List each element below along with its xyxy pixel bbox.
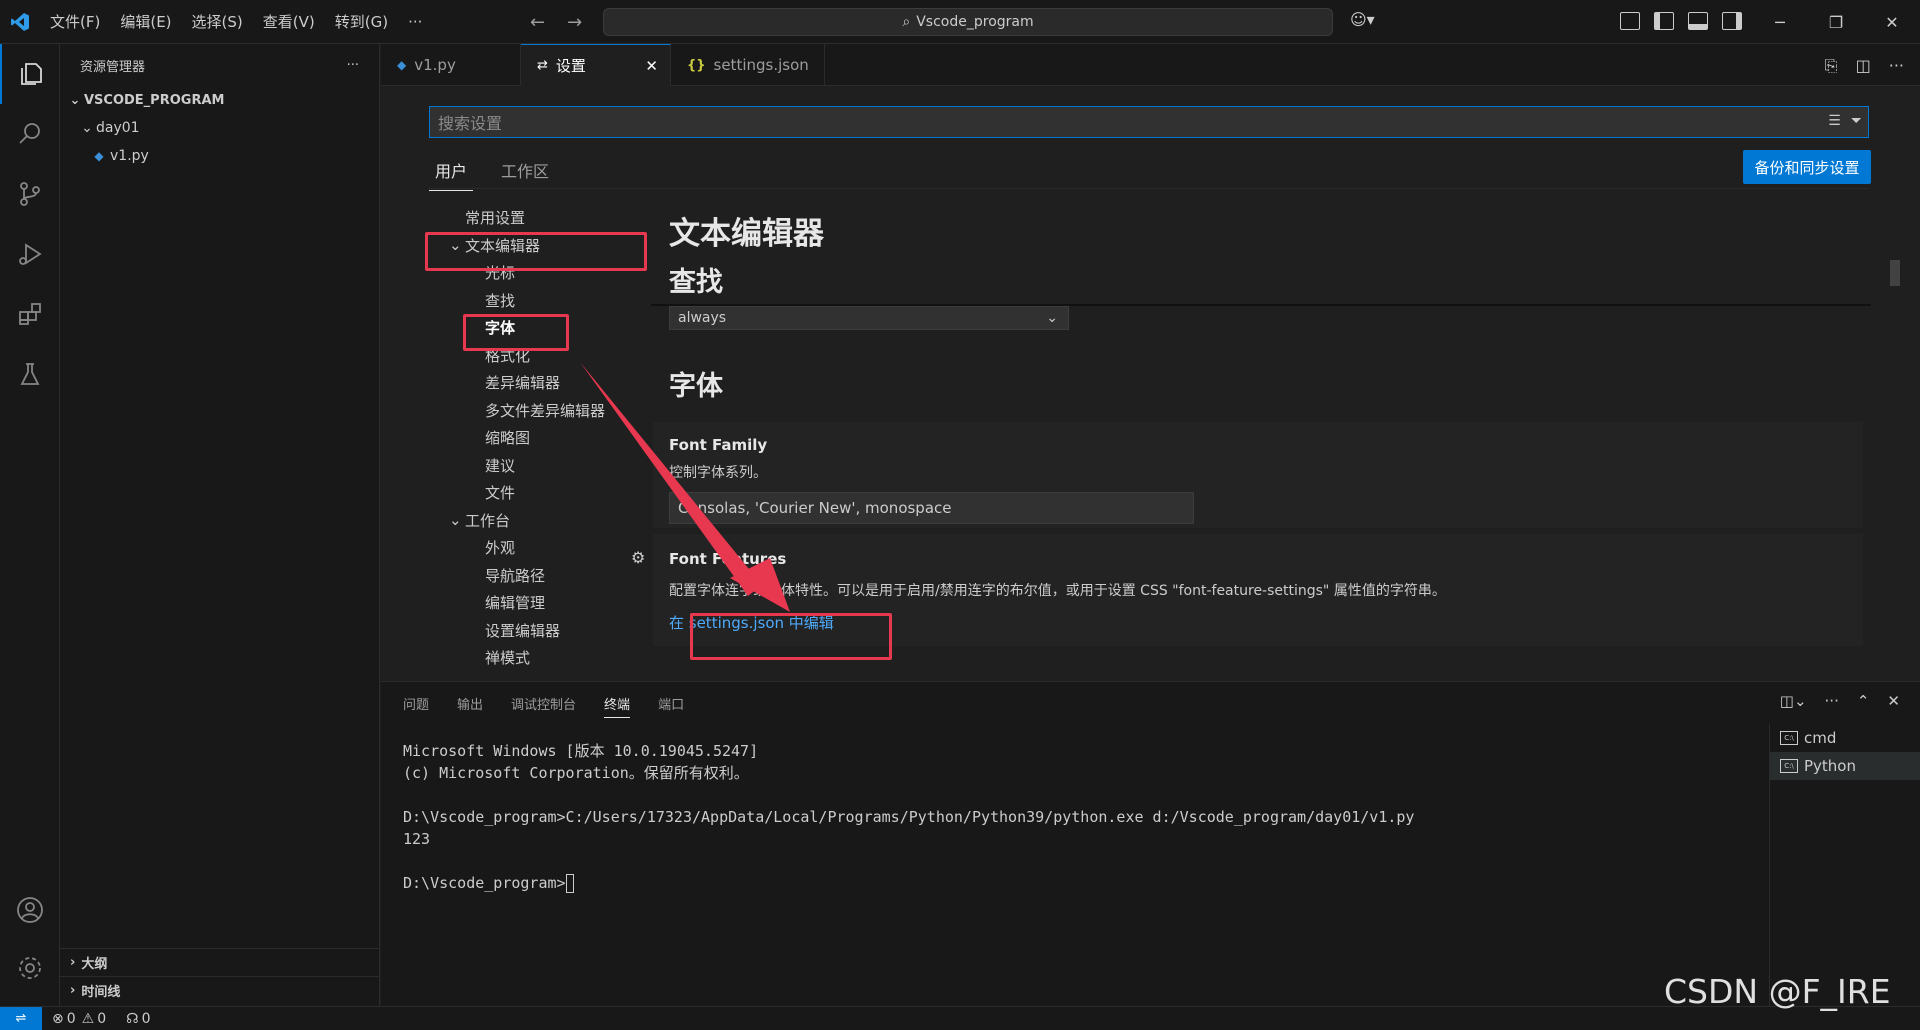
annotation-arrow: [580, 362, 790, 612]
